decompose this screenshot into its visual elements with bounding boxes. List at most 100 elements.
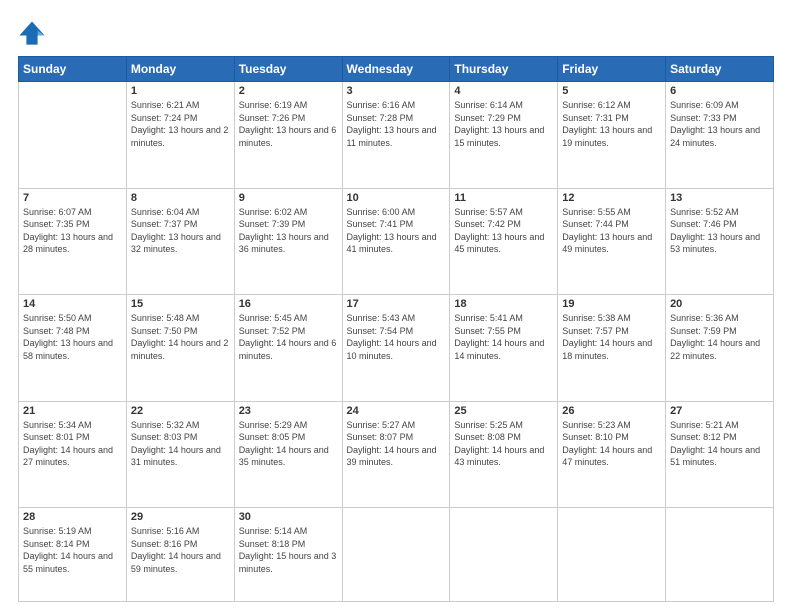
weekday-header-row: SundayMondayTuesdayWednesdayThursdayFrid…	[19, 57, 774, 82]
calendar-cell: 3 Sunrise: 6:16 AMSunset: 7:28 PMDaylight…	[342, 82, 450, 189]
day-number: 26	[562, 405, 661, 417]
calendar-cell	[342, 508, 450, 602]
calendar-cell: 30 Sunrise: 5:14 AMSunset: 8:18 PMDayligh…	[234, 508, 342, 602]
day-info: Sunrise: 5:14 AMSunset: 8:18 PMDaylight:…	[239, 525, 338, 575]
day-info: Sunrise: 5:45 AMSunset: 7:52 PMDaylight:…	[239, 312, 338, 362]
day-number: 3	[347, 85, 446, 97]
calendar-cell: 27 Sunrise: 5:21 AMSunset: 8:12 PMDayligh…	[666, 401, 774, 508]
calendar-week-row: 7 Sunrise: 6:07 AMSunset: 7:35 PMDaylight…	[19, 188, 774, 295]
day-number: 5	[562, 85, 661, 97]
day-info: Sunrise: 6:12 AMSunset: 7:31 PMDaylight:…	[562, 99, 661, 149]
day-number: 25	[454, 405, 553, 417]
day-info: Sunrise: 6:14 AMSunset: 7:29 PMDaylight:…	[454, 99, 553, 149]
calendar-page: SundayMondayTuesdayWednesdayThursdayFrid…	[0, 0, 792, 612]
day-number: 13	[670, 192, 769, 204]
weekday-header-thursday: Thursday	[450, 57, 558, 82]
day-number: 18	[454, 298, 553, 310]
weekday-header-wednesday: Wednesday	[342, 57, 450, 82]
day-info: Sunrise: 6:04 AMSunset: 7:37 PMDaylight:…	[131, 206, 230, 256]
day-info: Sunrise: 5:29 AMSunset: 8:05 PMDaylight:…	[239, 419, 338, 469]
calendar-week-row: 28 Sunrise: 5:19 AMSunset: 8:14 PMDayligh…	[19, 508, 774, 602]
weekday-header-friday: Friday	[558, 57, 666, 82]
calendar-cell: 8 Sunrise: 6:04 AMSunset: 7:37 PMDaylight…	[126, 188, 234, 295]
logo	[18, 18, 50, 46]
day-info: Sunrise: 5:57 AMSunset: 7:42 PMDaylight:…	[454, 206, 553, 256]
day-number: 2	[239, 85, 338, 97]
calendar-cell	[558, 508, 666, 602]
calendar-cell: 6 Sunrise: 6:09 AMSunset: 7:33 PMDaylight…	[666, 82, 774, 189]
day-info: Sunrise: 5:50 AMSunset: 7:48 PMDaylight:…	[23, 312, 122, 362]
day-number: 12	[562, 192, 661, 204]
day-number: 9	[239, 192, 338, 204]
calendar-cell: 24 Sunrise: 5:27 AMSunset: 8:07 PMDayligh…	[342, 401, 450, 508]
calendar-week-row: 1Sunrise: 6:21 AMSunset: 7:24 PMDaylight…	[19, 82, 774, 189]
day-number: 27	[670, 405, 769, 417]
day-number: 6	[670, 85, 769, 97]
calendar-cell: 19Sunrise: 5:38 AMSunset: 7:57 PMDayligh…	[558, 295, 666, 402]
day-info: Sunrise: 5:34 AMSunset: 8:01 PMDaylight:…	[23, 419, 122, 469]
calendar-cell: 26 Sunrise: 5:23 AMSunset: 8:10 PMDayligh…	[558, 401, 666, 508]
calendar-cell: 16 Sunrise: 5:45 AMSunset: 7:52 PMDayligh…	[234, 295, 342, 402]
calendar-cell: 9 Sunrise: 6:02 AMSunset: 7:39 PMDaylight…	[234, 188, 342, 295]
day-info: Sunrise: 6:19 AMSunset: 7:26 PMDaylight:…	[239, 99, 338, 149]
day-number: 8	[131, 192, 230, 204]
day-info: Sunrise: 5:52 AMSunset: 7:46 PMDaylight:…	[670, 206, 769, 256]
day-number: 21	[23, 405, 122, 417]
day-number: 17	[347, 298, 446, 310]
weekday-header-tuesday: Tuesday	[234, 57, 342, 82]
day-info: Sunrise: 5:19 AMSunset: 8:14 PMDaylight:…	[23, 525, 122, 575]
day-info: Sunrise: 5:48 AMSunset: 7:50 PMDaylight:…	[131, 312, 230, 362]
day-number: 16	[239, 298, 338, 310]
calendar-table: SundayMondayTuesdayWednesdayThursdayFrid…	[18, 56, 774, 602]
day-info: Sunrise: 6:09 AMSunset: 7:33 PMDaylight:…	[670, 99, 769, 149]
day-number: 30	[239, 511, 338, 523]
header	[18, 18, 774, 46]
calendar-cell: 5 Sunrise: 6:12 AMSunset: 7:31 PMDaylight…	[558, 82, 666, 189]
day-number: 23	[239, 405, 338, 417]
day-info: Sunrise: 5:36 AMSunset: 7:59 PMDaylight:…	[670, 312, 769, 362]
day-info: Sunrise: 6:16 AMSunset: 7:28 PMDaylight:…	[347, 99, 446, 149]
day-info: Sunrise: 5:25 AMSunset: 8:08 PMDaylight:…	[454, 419, 553, 469]
day-info: Sunrise: 5:32 AMSunset: 8:03 PMDaylight:…	[131, 419, 230, 469]
day-number: 19	[562, 298, 661, 310]
day-number: 24	[347, 405, 446, 417]
calendar-cell: 20 Sunrise: 5:36 AMSunset: 7:59 PMDayligh…	[666, 295, 774, 402]
calendar-cell: 1Sunrise: 6:21 AMSunset: 7:24 PMDaylight…	[126, 82, 234, 189]
day-info: Sunrise: 5:55 AMSunset: 7:44 PMDaylight:…	[562, 206, 661, 256]
logo-icon	[18, 18, 46, 46]
day-info: Sunrise: 5:27 AMSunset: 8:07 PMDaylight:…	[347, 419, 446, 469]
day-number: 4	[454, 85, 553, 97]
calendar-week-row: 21 Sunrise: 5:34 AMSunset: 8:01 PMDayligh…	[19, 401, 774, 508]
weekday-header-saturday: Saturday	[666, 57, 774, 82]
calendar-cell: 2 Sunrise: 6:19 AMSunset: 7:26 PMDaylight…	[234, 82, 342, 189]
weekday-header-sunday: Sunday	[19, 57, 127, 82]
calendar-cell: 14 Sunrise: 5:50 AMSunset: 7:48 PMDayligh…	[19, 295, 127, 402]
calendar-cell	[666, 508, 774, 602]
day-info: Sunrise: 5:16 AMSunset: 8:16 PMDaylight:…	[131, 525, 230, 575]
day-number: 7	[23, 192, 122, 204]
calendar-cell: 18 Sunrise: 5:41 AMSunset: 7:55 PMDayligh…	[450, 295, 558, 402]
day-number: 14	[23, 298, 122, 310]
calendar-cell: 29Sunrise: 5:16 AMSunset: 8:16 PMDayligh…	[126, 508, 234, 602]
day-info: Sunrise: 6:07 AMSunset: 7:35 PMDaylight:…	[23, 206, 122, 256]
day-info: Sunrise: 5:43 AMSunset: 7:54 PMDaylight:…	[347, 312, 446, 362]
day-number: 28	[23, 511, 122, 523]
day-info: Sunrise: 5:21 AMSunset: 8:12 PMDaylight:…	[670, 419, 769, 469]
calendar-cell	[19, 82, 127, 189]
calendar-cell: 17 Sunrise: 5:43 AMSunset: 7:54 PMDayligh…	[342, 295, 450, 402]
day-number: 20	[670, 298, 769, 310]
calendar-cell: 11Sunrise: 5:57 AMSunset: 7:42 PMDayligh…	[450, 188, 558, 295]
calendar-cell: 13 Sunrise: 5:52 AMSunset: 7:46 PMDayligh…	[666, 188, 774, 295]
day-info: Sunrise: 6:02 AMSunset: 7:39 PMDaylight:…	[239, 206, 338, 256]
calendar-cell: 7 Sunrise: 6:07 AMSunset: 7:35 PMDaylight…	[19, 188, 127, 295]
calendar-cell: 21 Sunrise: 5:34 AMSunset: 8:01 PMDayligh…	[19, 401, 127, 508]
day-number: 1	[131, 85, 230, 97]
day-number: 15	[131, 298, 230, 310]
day-number: 22	[131, 405, 230, 417]
day-info: Sunrise: 5:23 AMSunset: 8:10 PMDaylight:…	[562, 419, 661, 469]
calendar-cell: 10Sunrise: 6:00 AMSunset: 7:41 PMDayligh…	[342, 188, 450, 295]
calendar-cell: 28 Sunrise: 5:19 AMSunset: 8:14 PMDayligh…	[19, 508, 127, 602]
day-info: Sunrise: 6:00 AMSunset: 7:41 PMDaylight:…	[347, 206, 446, 256]
day-info: Sunrise: 5:41 AMSunset: 7:55 PMDaylight:…	[454, 312, 553, 362]
calendar-cell: 12 Sunrise: 5:55 AMSunset: 7:44 PMDayligh…	[558, 188, 666, 295]
